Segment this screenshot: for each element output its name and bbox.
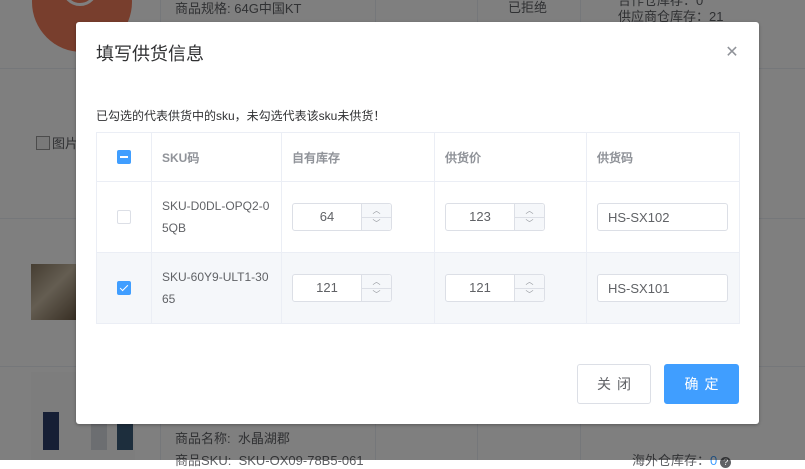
confirm-button[interactable]: 确定	[664, 364, 739, 404]
header-stock: 自有库存	[282, 133, 435, 181]
stock-input[interactable]: 64 ︿ ﹀	[292, 203, 392, 231]
close-button[interactable]: 关闭	[577, 364, 651, 404]
sku-cell: SKU-60Y9-ULT1-3065	[152, 253, 282, 323]
supply-code-cell	[587, 182, 740, 252]
increase-icon[interactable]: ︿	[362, 275, 391, 289]
select-cell	[97, 182, 152, 252]
select-cell	[97, 253, 152, 323]
price-cell: 123 ︿ ﹀	[435, 182, 587, 252]
row-checkbox[interactable]	[117, 281, 131, 295]
decrease-icon[interactable]: ﹀	[362, 218, 391, 231]
increase-icon[interactable]: ︿	[515, 204, 544, 218]
supply-code-input[interactable]	[597, 203, 728, 231]
header-price: 供货价	[435, 133, 587, 181]
header-supply-code: 供货码	[587, 133, 740, 181]
table-row: SKU-D0DL-OPQ2-05QB 64 ︿ ﹀ 123 ︿ ﹀	[97, 182, 740, 253]
stepper: ︿ ﹀	[361, 275, 391, 301]
sku-table: SKU码 自有库存 供货价 供货码 SKU-D0DL-OPQ2-05QB 64 …	[96, 132, 740, 324]
price-value[interactable]: 123	[446, 204, 514, 230]
close-icon[interactable]: ✕	[725, 45, 739, 61]
stock-cell: 64 ︿ ﹀	[282, 182, 435, 252]
decrease-icon[interactable]: ﹀	[515, 289, 544, 302]
supply-code-cell	[587, 253, 740, 323]
sku-cell: SKU-D0DL-OPQ2-05QB	[152, 182, 282, 252]
stock-value[interactable]: 121	[293, 275, 361, 301]
price-input[interactable]: 121 ︿ ﹀	[445, 274, 545, 302]
price-input[interactable]: 123 ︿ ﹀	[445, 203, 545, 231]
stock-input[interactable]: 121 ︿ ﹀	[292, 274, 392, 302]
stepper: ︿ ﹀	[361, 204, 391, 230]
stepper: ︿ ﹀	[514, 204, 544, 230]
decrease-icon[interactable]: ﹀	[515, 218, 544, 231]
sku-code: SKU-60Y9-ULT1-3065	[162, 270, 269, 306]
table-header-row: SKU码 自有库存 供货价 供货码	[97, 133, 740, 182]
stock-value[interactable]: 64	[293, 204, 361, 230]
supply-code-input[interactable]	[597, 274, 728, 302]
decrease-icon[interactable]: ﹀	[362, 289, 391, 302]
dialog-hint: 已勾选的代表供货中的sku，未勾选代表该sku未供货！	[96, 109, 386, 123]
row-checkbox[interactable]	[117, 210, 131, 224]
price-value[interactable]: 121	[446, 275, 514, 301]
stepper: ︿ ﹀	[514, 275, 544, 301]
table-row: SKU-60Y9-ULT1-3065 121 ︿ ﹀ 121 ︿ ﹀	[97, 253, 740, 324]
increase-icon[interactable]: ︿	[362, 204, 391, 218]
sku-code: SKU-D0DL-OPQ2-05QB	[162, 199, 270, 235]
supply-info-dialog: 填写供货信息 ✕ 已勾选的代表供货中的sku，未勾选代表该sku未供货！ SKU…	[76, 22, 759, 424]
stock-cell: 121 ︿ ﹀	[282, 253, 435, 323]
increase-icon[interactable]: ︿	[515, 275, 544, 289]
price-cell: 121 ︿ ﹀	[435, 253, 587, 323]
header-select-cell	[97, 133, 152, 181]
dialog-title: 填写供货信息	[96, 44, 204, 64]
header-sku: SKU码	[152, 133, 282, 181]
select-all-checkbox[interactable]	[117, 150, 131, 164]
